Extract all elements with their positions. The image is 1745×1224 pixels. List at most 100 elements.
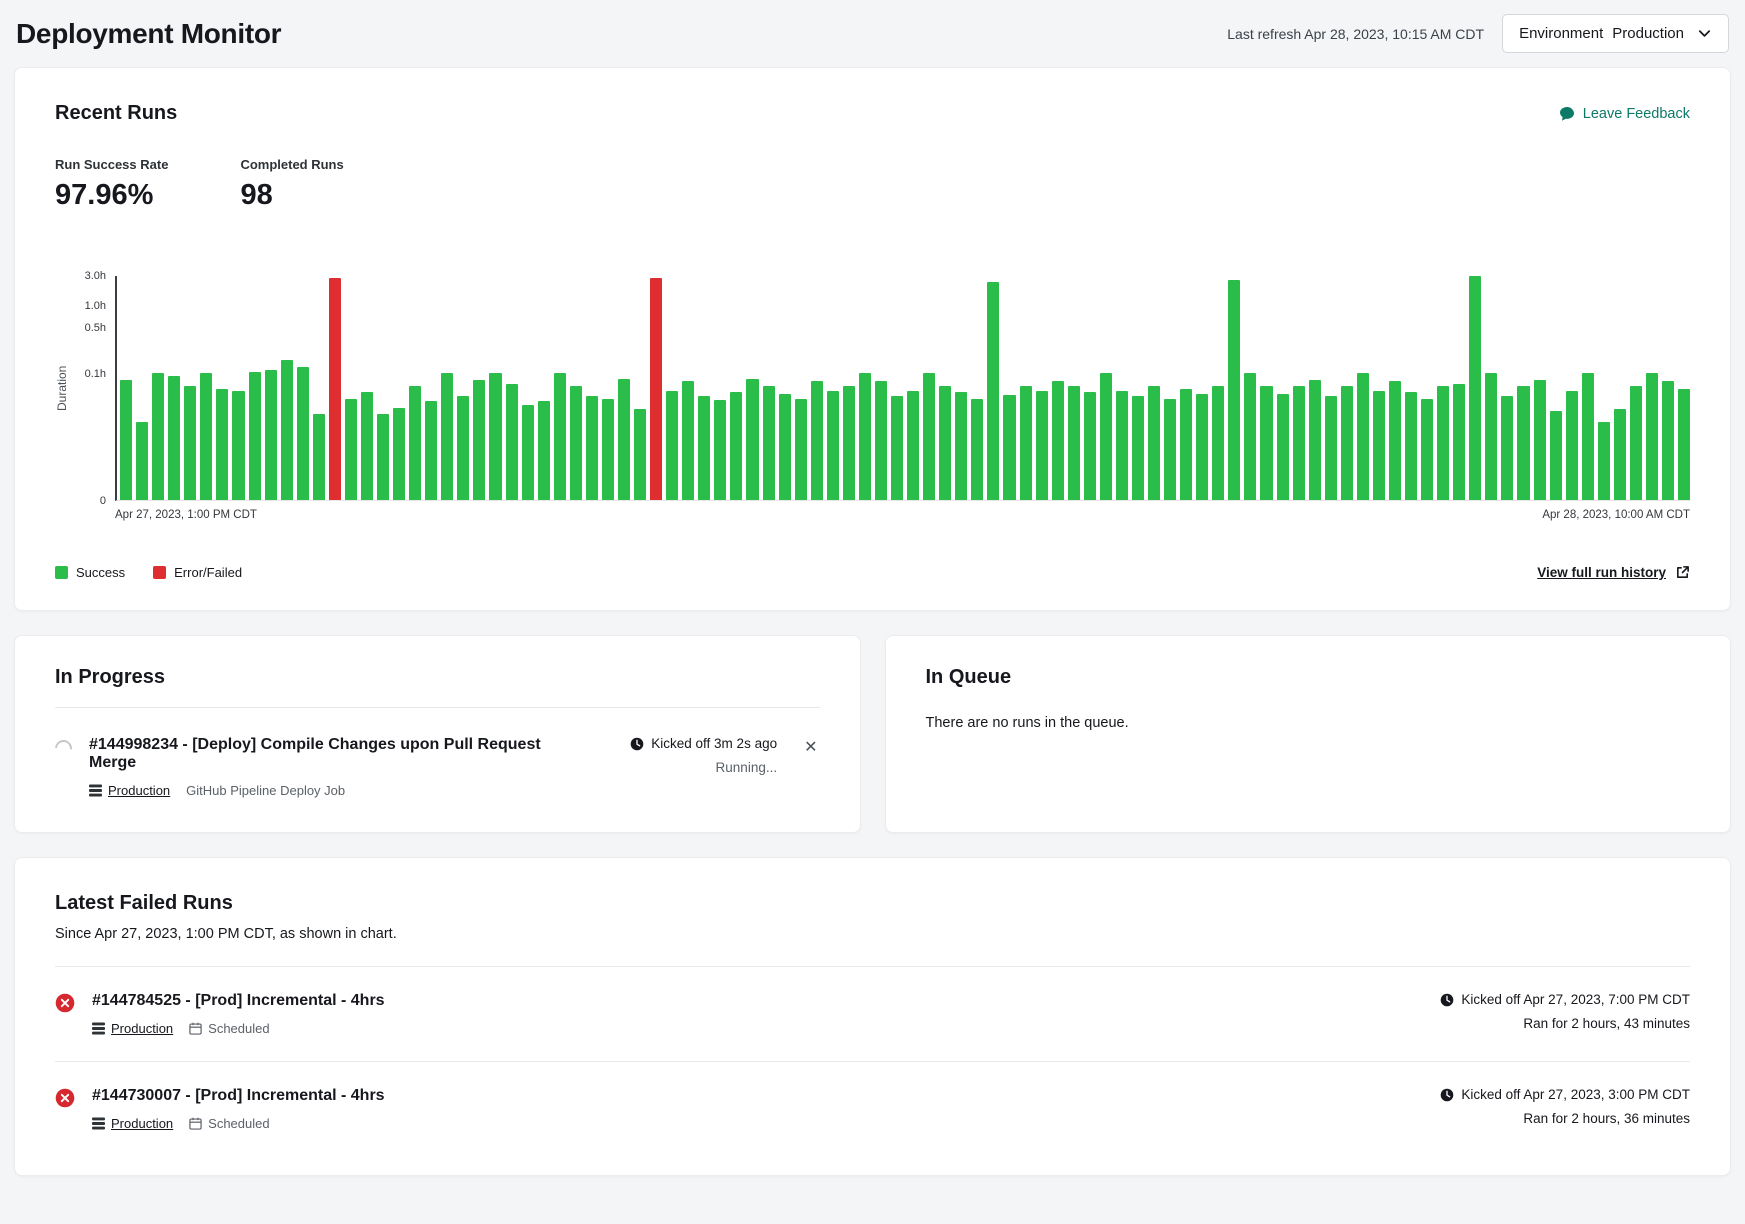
- chart-bar-success[interactable]: [602, 399, 614, 500]
- chart-bar-success[interactable]: [1357, 373, 1369, 500]
- chart-bar-success[interactable]: [891, 396, 903, 500]
- chart-bar-success[interactable]: [1084, 392, 1096, 500]
- chart-bar-success[interactable]: [1260, 386, 1272, 500]
- chart-bar-success[interactable]: [1517, 386, 1529, 500]
- chart-bar-success[interactable]: [538, 401, 550, 500]
- chart-bar-success[interactable]: [1180, 389, 1192, 500]
- chart-bar-success[interactable]: [1228, 280, 1240, 500]
- chart-bar-success[interactable]: [1646, 373, 1658, 500]
- chart-bar-success[interactable]: [1469, 276, 1481, 500]
- chart-bar-success[interactable]: [1614, 409, 1626, 500]
- environment-link[interactable]: Production: [89, 783, 170, 798]
- chart-bar-success[interactable]: [1116, 391, 1128, 500]
- chart-bar-success[interactable]: [1485, 373, 1497, 500]
- chart-bar-success[interactable]: [730, 392, 742, 500]
- environment-dropdown[interactable]: Environment Production: [1502, 14, 1729, 53]
- chart-bar-success[interactable]: [554, 373, 566, 500]
- chart-bar-success[interactable]: [987, 282, 999, 500]
- chart-bar-success[interactable]: [1662, 381, 1674, 500]
- chart-bar-success[interactable]: [1341, 386, 1353, 500]
- chart-bar-success[interactable]: [297, 367, 309, 501]
- chart-bar-success[interactable]: [1405, 392, 1417, 500]
- environment-link[interactable]: Production: [92, 1116, 173, 1131]
- chart-bar-success[interactable]: [698, 396, 710, 500]
- chart-bar-success[interactable]: [1132, 396, 1144, 500]
- chart-bar-success[interactable]: [1598, 422, 1610, 500]
- chart-bar-success[interactable]: [682, 381, 694, 500]
- chart-bar-success[interactable]: [1068, 386, 1080, 500]
- chart-bar-success[interactable]: [168, 376, 180, 500]
- chart-bar-success[interactable]: [265, 370, 277, 500]
- chart-bar-success[interactable]: [152, 373, 164, 500]
- cancel-run-button[interactable]: ✕: [802, 738, 819, 758]
- leave-feedback-link[interactable]: Leave Feedback: [1559, 106, 1690, 122]
- chart-bar-success[interactable]: [779, 394, 791, 500]
- chart-bar-success[interactable]: [1003, 395, 1015, 500]
- chart-bar-success[interactable]: [570, 386, 582, 500]
- chart-bar-success[interactable]: [827, 391, 839, 500]
- chart-bar-success[interactable]: [1437, 386, 1449, 500]
- chart-bar-success[interactable]: [1453, 384, 1465, 500]
- chart-bar-success[interactable]: [666, 391, 678, 500]
- chart-bar-success[interactable]: [811, 381, 823, 500]
- chart-bar-success[interactable]: [1550, 411, 1562, 500]
- chart-bar-success[interactable]: [1293, 386, 1305, 500]
- chart-bar-success[interactable]: [763, 386, 775, 500]
- chart-bar-success[interactable]: [1196, 394, 1208, 500]
- chart-bar-success[interactable]: [1534, 380, 1546, 500]
- chart-bar-success[interactable]: [1678, 389, 1690, 500]
- chart-bar-success[interactable]: [1325, 396, 1337, 500]
- chart-bar-success[interactable]: [1501, 396, 1513, 500]
- chart-bar-error[interactable]: [329, 278, 341, 500]
- chart-bar-success[interactable]: [618, 379, 630, 500]
- chart-bar-success[interactable]: [281, 360, 293, 500]
- chart-bar-success[interactable]: [136, 422, 148, 500]
- chart-bar-success[interactable]: [1036, 391, 1048, 500]
- chart-bar-success[interactable]: [345, 399, 357, 500]
- chart-bar-success[interactable]: [1389, 381, 1401, 500]
- chart-bar-success[interactable]: [634, 409, 646, 500]
- chart-bar-error[interactable]: [650, 278, 662, 500]
- chart-bar-success[interactable]: [971, 399, 983, 500]
- chart-bar-success[interactable]: [1309, 380, 1321, 500]
- chart-bar-success[interactable]: [249, 372, 261, 500]
- chart-bar-success[interactable]: [216, 389, 228, 500]
- chart-bar-success[interactable]: [586, 396, 598, 500]
- chart-bar-success[interactable]: [120, 380, 132, 500]
- chart-bar-success[interactable]: [425, 401, 437, 500]
- chart-bar-success[interactable]: [1212, 386, 1224, 500]
- chart-bar-success[interactable]: [923, 373, 935, 500]
- chart-bar-success[interactable]: [441, 373, 453, 500]
- chart-bar-success[interactable]: [1148, 386, 1160, 500]
- chart-bar-success[interactable]: [232, 391, 244, 500]
- chart-bar-success[interactable]: [875, 381, 887, 500]
- chart-bar-success[interactable]: [1052, 381, 1064, 500]
- chart-bar-success[interactable]: [1020, 386, 1032, 500]
- view-run-history-link[interactable]: View full run history: [1537, 565, 1690, 580]
- chart-bar-success[interactable]: [1277, 394, 1289, 500]
- chart-bar-success[interactable]: [506, 384, 518, 500]
- chart-bar-success[interactable]: [457, 396, 469, 500]
- chart-bar-success[interactable]: [714, 400, 726, 500]
- chart-bar-success[interactable]: [859, 373, 871, 500]
- chart-bar-success[interactable]: [313, 414, 325, 500]
- chart-bar-success[interactable]: [361, 392, 373, 500]
- chart-bar-success[interactable]: [409, 386, 421, 500]
- chart-bar-success[interactable]: [489, 373, 501, 500]
- chart-bar-success[interactable]: [795, 399, 807, 500]
- chart-bar-success[interactable]: [377, 414, 389, 500]
- chart-bar-success[interactable]: [200, 373, 212, 500]
- chart-bar-success[interactable]: [1421, 399, 1433, 500]
- chart-bar-success[interactable]: [746, 379, 758, 500]
- chart-bar-success[interactable]: [184, 386, 196, 500]
- chart-bar-success[interactable]: [1100, 373, 1112, 500]
- chart-bar-success[interactable]: [522, 405, 534, 500]
- chart-bar-success[interactable]: [1566, 391, 1578, 500]
- chart-bar-success[interactable]: [843, 386, 855, 500]
- chart-bar-success[interactable]: [1244, 373, 1256, 500]
- chart-bar-success[interactable]: [939, 386, 951, 500]
- environment-link[interactable]: Production: [92, 1021, 173, 1036]
- chart-bar-success[interactable]: [907, 391, 919, 500]
- chart-bar-success[interactable]: [955, 392, 967, 500]
- chart-bar-success[interactable]: [393, 408, 405, 500]
